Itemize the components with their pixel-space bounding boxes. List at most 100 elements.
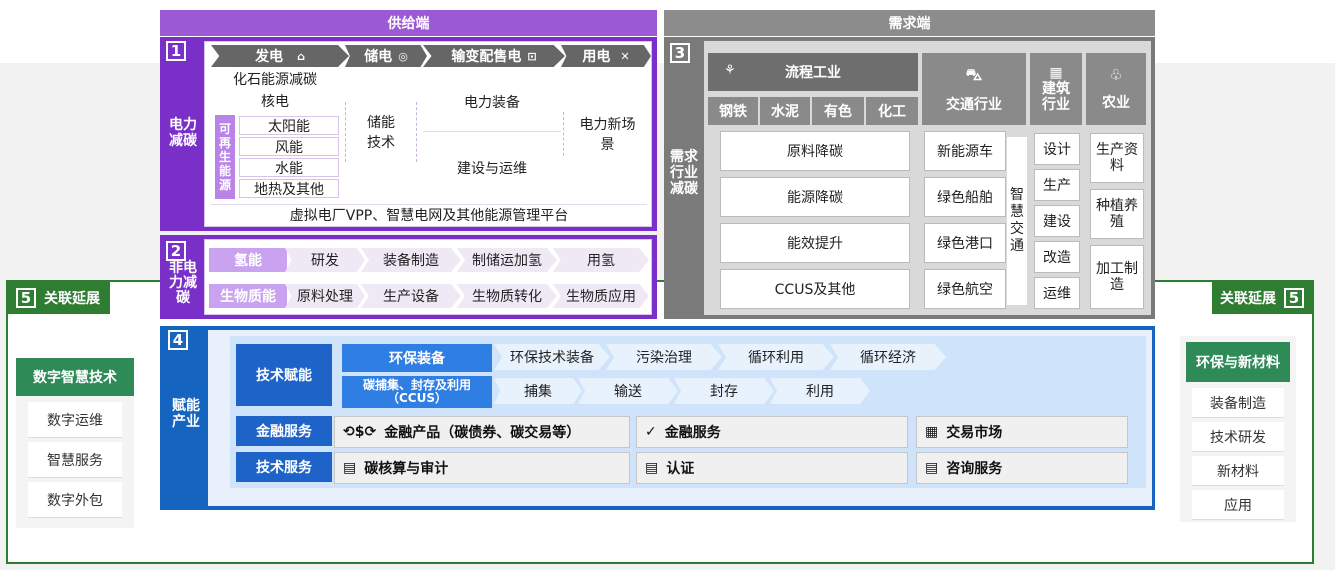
building-item: 设计 [1034,133,1080,165]
process-industry-header: ⚘ 流程工业 [708,53,918,91]
biomass-step: 生产设备 [361,284,461,308]
section-number-5-left: 5 [16,288,36,308]
finance-item-label: 金融产品（碳债券、碳交易等） [384,425,581,441]
techservice-item-label: 碳核算与审计 [364,461,449,477]
agri-title: 农业 [1102,95,1130,111]
chevron-label: 输变配售电 [451,49,522,65]
process-industry-title: 流程工业 [785,65,841,81]
chevron-usage: 用电 ✕ [561,45,651,67]
building-icon: ▦ [1049,65,1063,81]
hydrogen-step: 用氢 [553,248,649,272]
nonelectric-label: 非电 力减 碳 [169,260,197,306]
grid-operation: 建设与运维 [423,138,561,198]
biomass-step: 原料处理 [285,284,365,308]
building-header: ▦ 建筑 行业 [1030,53,1082,125]
process-item: 能源降碳 [720,177,910,217]
enable-label: 赋能 产业 [172,398,200,430]
section-number-1: 1 [166,41,186,61]
right-extension-item: 技术研发 [1192,422,1284,452]
ccus-step: 利用 [770,378,870,404]
env-equipment-tag: 环保装备 [342,344,492,372]
renew-geothermal: 地热及其他 [239,179,339,198]
hydrogen-step: 研发 [285,248,365,272]
renew-wind: 风能 [239,137,339,156]
section-2-nonelectric: 2 非电 力减 碳 氢能 研发 装备制造 制储运加氢 用氢 生物质能 原料处理 … [160,235,657,319]
left-extension-item: 数字外包 [28,482,122,518]
agri-header: ♧ 农业 [1086,53,1146,125]
demand-header: 需求端 [664,10,1155,36]
env-step: 循环利用 [718,344,834,370]
supply-header: 供给端 [160,10,657,36]
ccus-step: 输送 [578,378,678,404]
gen-nuclear: 核电 [211,91,339,111]
chevron-label: 发电 [255,49,284,65]
renew-hydro: 水能 [239,158,339,177]
building-item: 建设 [1034,205,1080,237]
car-icon: ⛍ [965,64,983,84]
left-extension-item: 数字运维 [28,402,122,438]
left-extension-title: 关联延展 [44,291,100,307]
left-extension-panel: 数字智慧技术 数字运维 智慧服务 数字外包 [16,358,134,528]
factory-icon: ⚘ [724,63,736,78]
building-item: 改造 [1034,241,1080,273]
biomass-tag: 生物质能 [209,284,287,308]
transport-item: 新能源车 [924,131,1006,171]
right-extension-item: 装备制造 [1192,388,1284,418]
transport-item: 绿色港口 [924,223,1006,263]
tools-icon: ✕ [620,49,630,63]
demand-panel: ⚘ 流程工业 钢铁 水泥 有色 化工 原料降碳 能源降碳 能效提升 CCUS及其… [704,41,1151,315]
process-sub: 有色 [812,97,864,125]
techservice-item: ▤ 认证 [636,452,908,484]
finance-item: ⟲$⟳ 金融产品（碳债券、碳交易等） [334,416,630,448]
ccus-step: 捕集 [494,378,582,404]
finance-tag: 金融服务 [236,416,332,446]
transport-item: 绿色船舶 [924,177,1006,217]
biomass-step: 生物质转化 [457,284,557,308]
electric-panel: 发电 ⌂ 储电 ◎ 输变配售电 ⊡ 用电 ✕ 化石能源减碳 核电 可 再 生 能 源 太… [204,41,652,227]
right-extension-item: 新材料 [1192,456,1284,486]
battery-icon: ◎ [398,49,408,63]
left-extension-item: 智慧服务 [28,442,122,478]
right-extension-panel: 环保与新材料 装备制造 技术研发 新材料 应用 [1180,336,1296,522]
finance-item-label: 金融服务 [664,425,721,441]
process-sub: 化工 [866,97,918,125]
transport-header: ⛍ 交通行业 [922,53,1026,125]
right-extension-header: 关联延展 5 [1212,282,1312,314]
finance-item: ✓ 金融服务 [636,416,908,448]
agri-item: 种植养 殖 [1090,189,1144,239]
chevron-generation: 发电 ⌂ [211,45,349,67]
transport-title: 交通行业 [946,96,1002,113]
techservice-tag: 技术服务 [236,452,332,482]
chevron-label: 用电 [582,49,611,65]
right-extension-item: 应用 [1192,490,1284,520]
section-1-electric: 1 电力 减碳 发电 ⌂ 储电 ◎ 输变配售电 ⊡ 用电 ✕ 化石能源减碳 核电 可 再… [160,37,657,231]
renewable-label: 可 再 生 能 源 [215,115,235,199]
grid-equipment: 电力装备 [423,72,561,132]
tech-empower-tag: 技术赋能 [236,344,332,406]
building-title: 建筑 行业 [1042,81,1070,113]
building-item: 运维 [1034,277,1080,309]
env-step: 环保技术装备 [494,344,610,370]
right-extension-highlight: 环保与新材料 [1186,342,1290,382]
env-step: 污染治理 [606,344,722,370]
plant-icon: ⌂ [297,49,305,63]
hydrogen-step: 制储运加氢 [457,248,557,272]
ccus-step: 封存 [674,378,774,404]
hydrogen-step: 装备制造 [361,248,461,272]
transport-item: 绿色航空 [924,269,1006,309]
shield-check-icon: ✓ [645,424,657,440]
smart-traffic: 智 慧 交 通 [1007,137,1027,305]
process-sub: 钢铁 [708,97,758,125]
left-extension-highlight: 数字智慧技术 [16,358,134,396]
chevron-grid: 输变配售电 ⊡ [423,45,565,67]
document-icon: ▤ [343,460,357,476]
process-item: 能效提升 [720,223,910,263]
chevron-storage: 储电 ◎ [345,45,427,67]
enable-panel: 技术赋能 环保装备 环保技术装备 污染治理 循环利用 循环经济 碳捕集、封存及利… [230,336,1146,488]
building-item: 生产 [1034,169,1080,201]
chevron-label: 储电 [364,49,393,65]
section-number-5-right: 5 [1284,288,1304,308]
right-extension-title: 关联延展 [1220,291,1276,307]
gen-fossil: 化石能源减碳 [211,69,339,89]
process-item: CCUS及其他 [720,269,910,309]
